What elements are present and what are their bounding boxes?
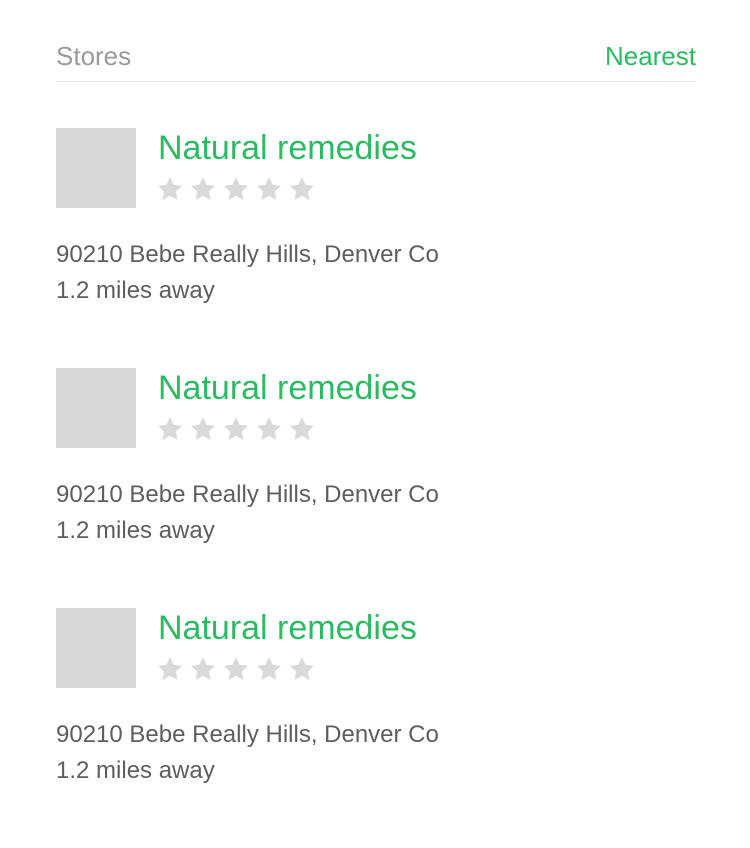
star-rating — [156, 655, 316, 683]
star-icon — [288, 655, 316, 683]
store-distance: 1.2 miles away — [56, 517, 215, 544]
star-icon — [156, 415, 184, 443]
store-address: 90210 Bebe Really Hills, Denver Co — [56, 241, 439, 268]
star-icon — [288, 415, 316, 443]
star-icon — [222, 415, 250, 443]
store-name-link[interactable]: Natural remedies — [158, 368, 417, 408]
star-icon — [156, 175, 184, 203]
star-icon — [189, 415, 217, 443]
store-distance: 1.2 miles away — [56, 277, 215, 304]
star-rating — [156, 415, 316, 443]
star-icon — [288, 175, 316, 203]
store-list-item[interactable]: Natural remedies 90210 Bebe Really Hills… — [56, 368, 696, 608]
star-icon — [222, 175, 250, 203]
star-icon — [255, 175, 283, 203]
store-list: Natural remedies 90210 Bebe Really Hills… — [56, 128, 696, 848]
star-icon — [255, 415, 283, 443]
store-thumbnail — [56, 368, 136, 448]
star-rating — [156, 175, 316, 203]
store-address: 90210 Bebe Really Hills, Denver Co — [56, 481, 439, 508]
store-address: 90210 Bebe Really Hills, Denver Co — [56, 721, 439, 748]
store-thumbnail — [56, 608, 136, 688]
star-icon — [189, 175, 217, 203]
header-title: Stores — [56, 41, 132, 71]
store-name-link[interactable]: Natural remedies — [158, 608, 417, 648]
stores-header: Stores Nearest — [56, 36, 696, 82]
store-distance: 1.2 miles away — [56, 757, 215, 784]
star-icon — [156, 655, 184, 683]
star-icon — [189, 655, 217, 683]
store-list-item[interactable]: Natural remedies 90210 Bebe Really Hills… — [56, 608, 696, 848]
store-list-item[interactable]: Natural remedies 90210 Bebe Really Hills… — [56, 128, 696, 368]
store-thumbnail — [56, 128, 136, 208]
star-icon — [222, 655, 250, 683]
star-icon — [255, 655, 283, 683]
sort-nearest-button[interactable]: Nearest — [605, 41, 696, 71]
store-name-link[interactable]: Natural remedies — [158, 128, 417, 168]
